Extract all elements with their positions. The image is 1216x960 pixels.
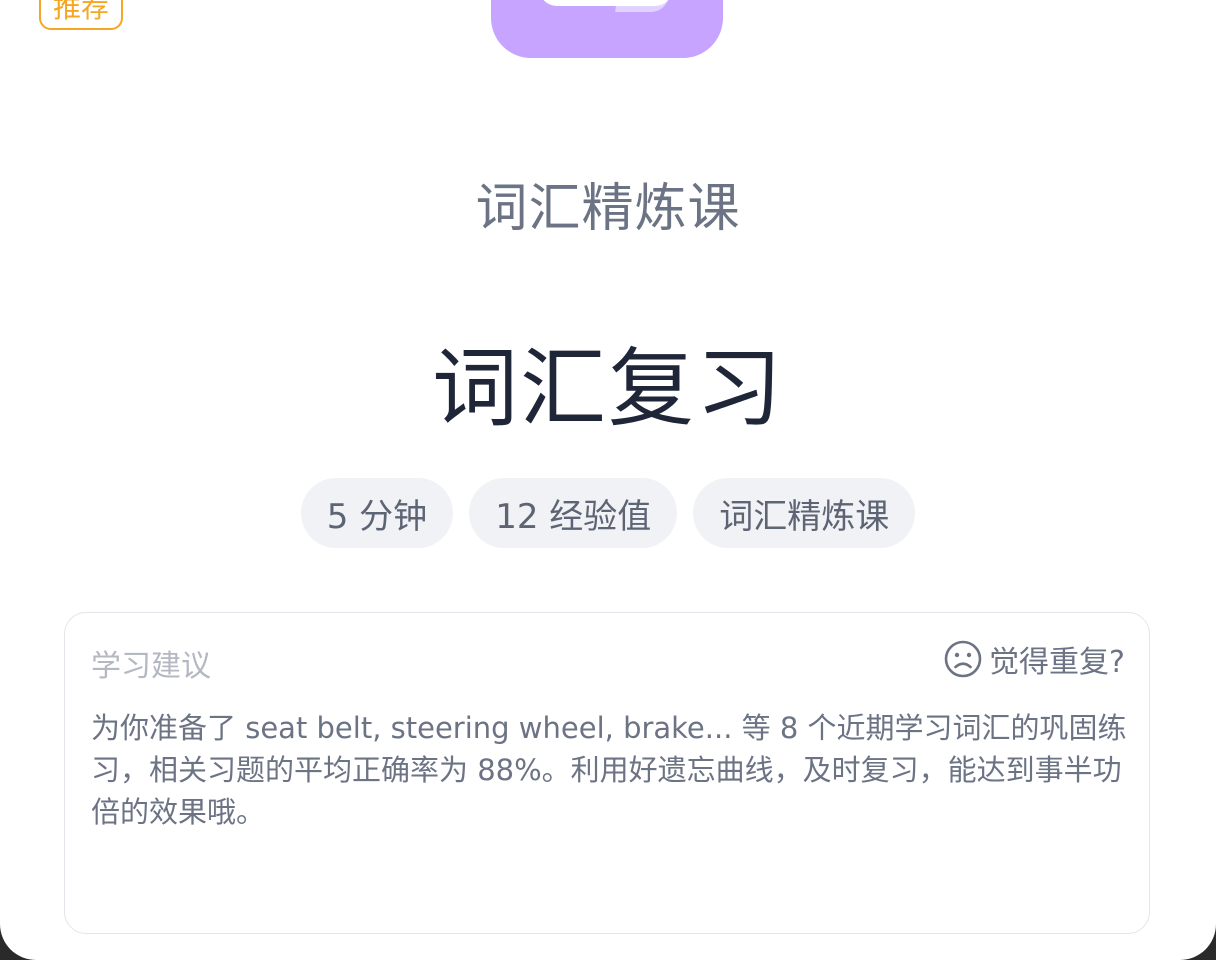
feel-repeated-button[interactable]: 觉得重复? — [943, 637, 1125, 681]
tag-duration: 5 分钟 — [300, 478, 454, 548]
advice-body: 为你准备了 seat belt, steering wheel, brake..… — [91, 711, 1127, 829]
advice-title: 学习建议 — [91, 649, 211, 684]
icon-inner — [539, 0, 673, 6]
study-advice-panel: 学习建议 觉得重复? 为你准备了 seat belt, steering whe… — [64, 612, 1150, 934]
course-title: 词汇复习 — [432, 339, 784, 439]
sad-face-icon — [944, 640, 982, 678]
course-tags: 5 分钟 12 经验值 词汇精炼课 — [0, 478, 1216, 548]
tag-experience: 12 经验值 — [469, 478, 678, 548]
recommend-badge: 推荐 — [39, 0, 123, 30]
course-app-icon — [491, 0, 723, 58]
feel-repeated-label: 觉得重复? — [989, 645, 1125, 680]
course-category: 词汇精炼课 — [475, 179, 741, 239]
tag-course-type: 词汇精炼课 — [693, 478, 916, 548]
